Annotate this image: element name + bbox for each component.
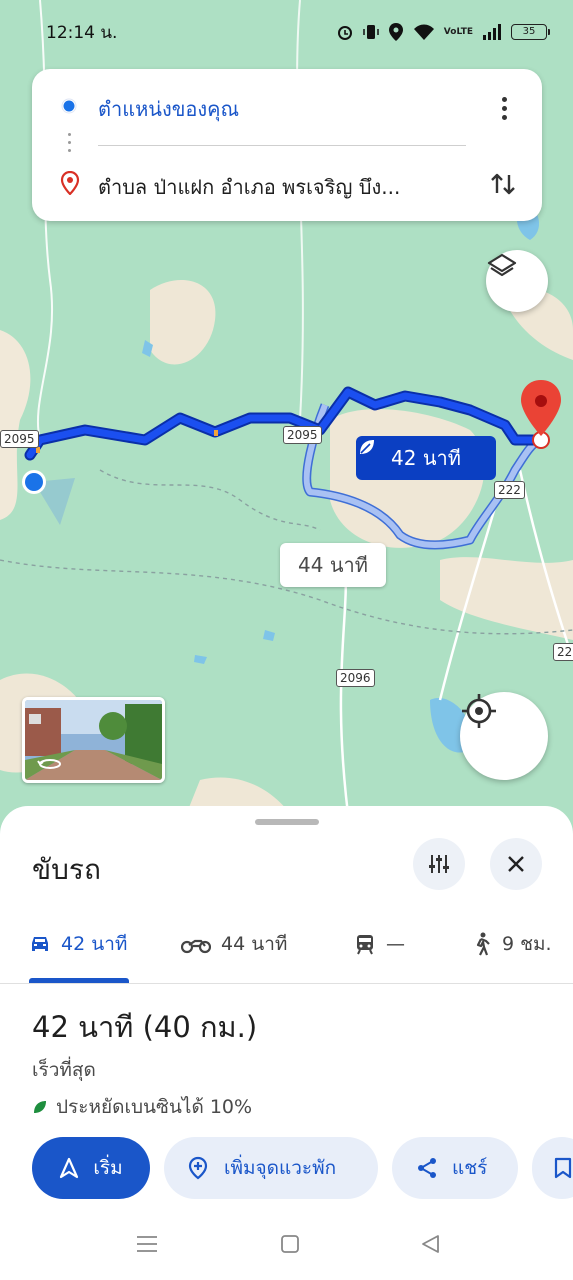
walk-icon [476, 932, 490, 956]
status-icons: VoLTE 35 [336, 22, 550, 42]
tune-icon [429, 855, 449, 873]
more-dot [501, 96, 507, 102]
more-dot [501, 114, 507, 120]
sheet-title: ขับรถ [32, 853, 101, 886]
system-nav-bar [0, 1210, 573, 1280]
directions-sheet: ขับรถ 42 นาที 44 นาที — 9 ชม. 42 นาที (4… [0, 806, 573, 1280]
status-time: 12:14 น. [46, 22, 118, 43]
road-shield: 2096 [336, 669, 375, 687]
leaf-icon [360, 440, 374, 454]
route-summary-title: 42 นาที (40 กม.) [32, 1010, 258, 1044]
add-stop-button[interactable]: เพิ่มจุดแวะพัก [164, 1137, 378, 1199]
tab-drive[interactable]: 42 นาที [29, 926, 127, 962]
add-stop-label: เพิ่มจุดแวะพัก [224, 1157, 337, 1179]
connector-dots [68, 133, 72, 157]
my-location-dot[interactable] [25, 473, 43, 491]
field-divider [98, 145, 466, 146]
street-view-thumbnail[interactable] [22, 697, 165, 783]
swap-icon[interactable] [486, 167, 520, 201]
route-search-card: ตำแหน่งของคุณ ตำบล ป่าแฝก อำเภอ พรเจริญ … [32, 69, 542, 221]
home-square-icon [281, 1235, 299, 1253]
alarm-icon [337, 26, 352, 40]
save-button[interactable] [532, 1137, 573, 1199]
eco-savings: ประหยัดเบนซินได้ 10% [32, 1092, 252, 1122]
origin-dot-icon [61, 98, 77, 114]
action-buttons: เริ่ม เพิ่มจุดแวะพัก แชร์ [32, 1137, 573, 1199]
start-navigation-button[interactable]: เริ่ม [32, 1137, 150, 1199]
navigation-arrow-icon [60, 1157, 79, 1179]
wifi-icon [413, 24, 434, 40]
start-label: เริ่ม [93, 1157, 123, 1179]
road-shield: 2095 [0, 430, 39, 448]
train-icon [357, 935, 373, 955]
back-nav-button[interactable] [420, 1234, 442, 1258]
land-patch [0, 330, 31, 520]
eta-slow-text: 44 นาที [298, 553, 368, 577]
share-button[interactable]: แชร์ [392, 1137, 518, 1199]
traffic-segment [214, 430, 218, 436]
origin-field[interactable]: ตำแหน่งของคุณ [98, 93, 478, 125]
layers-icon [487, 253, 517, 277]
tab-transit-label: — [386, 933, 405, 955]
tab-walk-label: 9 ชม. [502, 933, 552, 955]
tab-motorcycle[interactable]: 44 นาที [181, 926, 287, 962]
signal-icon [483, 24, 501, 40]
crosshair-icon [462, 694, 496, 728]
close-icon [508, 856, 524, 872]
boundary-line [99, 469, 321, 531]
drag-handle[interactable] [255, 819, 319, 825]
layers-button[interactable] [486, 250, 548, 312]
water-body [263, 630, 275, 641]
minor-road [339, 559, 352, 830]
eco-leaf-icon [34, 1101, 46, 1113]
tab-transit[interactable]: — [354, 926, 405, 962]
share-label: แชร์ [452, 1157, 488, 1179]
more-options-button[interactable] [490, 91, 518, 125]
pin-center [535, 395, 547, 407]
my-location-button[interactable] [460, 692, 548, 780]
travel-mode-tabs: 42 นาที 44 นาที — 9 ชม. [0, 926, 573, 986]
land-patch [150, 280, 216, 365]
water-body [194, 655, 207, 664]
tabs-divider [0, 983, 573, 984]
menu-icon [137, 1236, 157, 1252]
road-shield: 2095 [283, 426, 322, 444]
more-dot [501, 105, 507, 111]
battery-indicator: 35 [511, 24, 550, 40]
car-icon [32, 937, 48, 951]
rotate-360-icon [37, 759, 61, 769]
destination-pin-icon [60, 171, 80, 195]
vibrate-icon [363, 25, 379, 39]
eta-label-alternate[interactable]: 44 นาที [280, 543, 386, 587]
status-bar: 12:14 น. VoLTE 35 [0, 0, 573, 64]
home-nav-button[interactable] [280, 1234, 300, 1258]
eta-fast-text: 42 นาที [391, 446, 461, 470]
tab-walk[interactable]: 9 ชม. [472, 926, 552, 962]
route-summary-subtitle: เร็วที่สุด [32, 1059, 96, 1081]
share-icon [418, 1158, 436, 1178]
close-button[interactable] [490, 838, 542, 890]
location-icon [388, 23, 403, 41]
back-triangle-icon [422, 1235, 439, 1253]
destination-field[interactable]: ตำบล ป่าแฝก อำเภอ พรเจริญ บึง... [98, 171, 478, 203]
destination-pin[interactable] [521, 380, 561, 436]
tab-motorcycle-label: 44 นาที [221, 933, 288, 955]
tab-drive-label: 42 นาที [61, 933, 128, 955]
add-location-icon [188, 1156, 208, 1180]
eco-savings-text: ประหยัดเบนซินได้ 10% [56, 1096, 253, 1118]
road-shield: 22 [553, 643, 573, 661]
network-type: VoLTE [443, 26, 473, 37]
road-shield: 222 [494, 481, 525, 499]
menu-nav-button[interactable] [136, 1234, 158, 1258]
motorcycle-icon [181, 939, 211, 954]
bookmark-icon [554, 1157, 572, 1179]
route-options-button[interactable] [413, 838, 465, 890]
eta-label-fastest[interactable]: 42 นาที [356, 436, 496, 480]
